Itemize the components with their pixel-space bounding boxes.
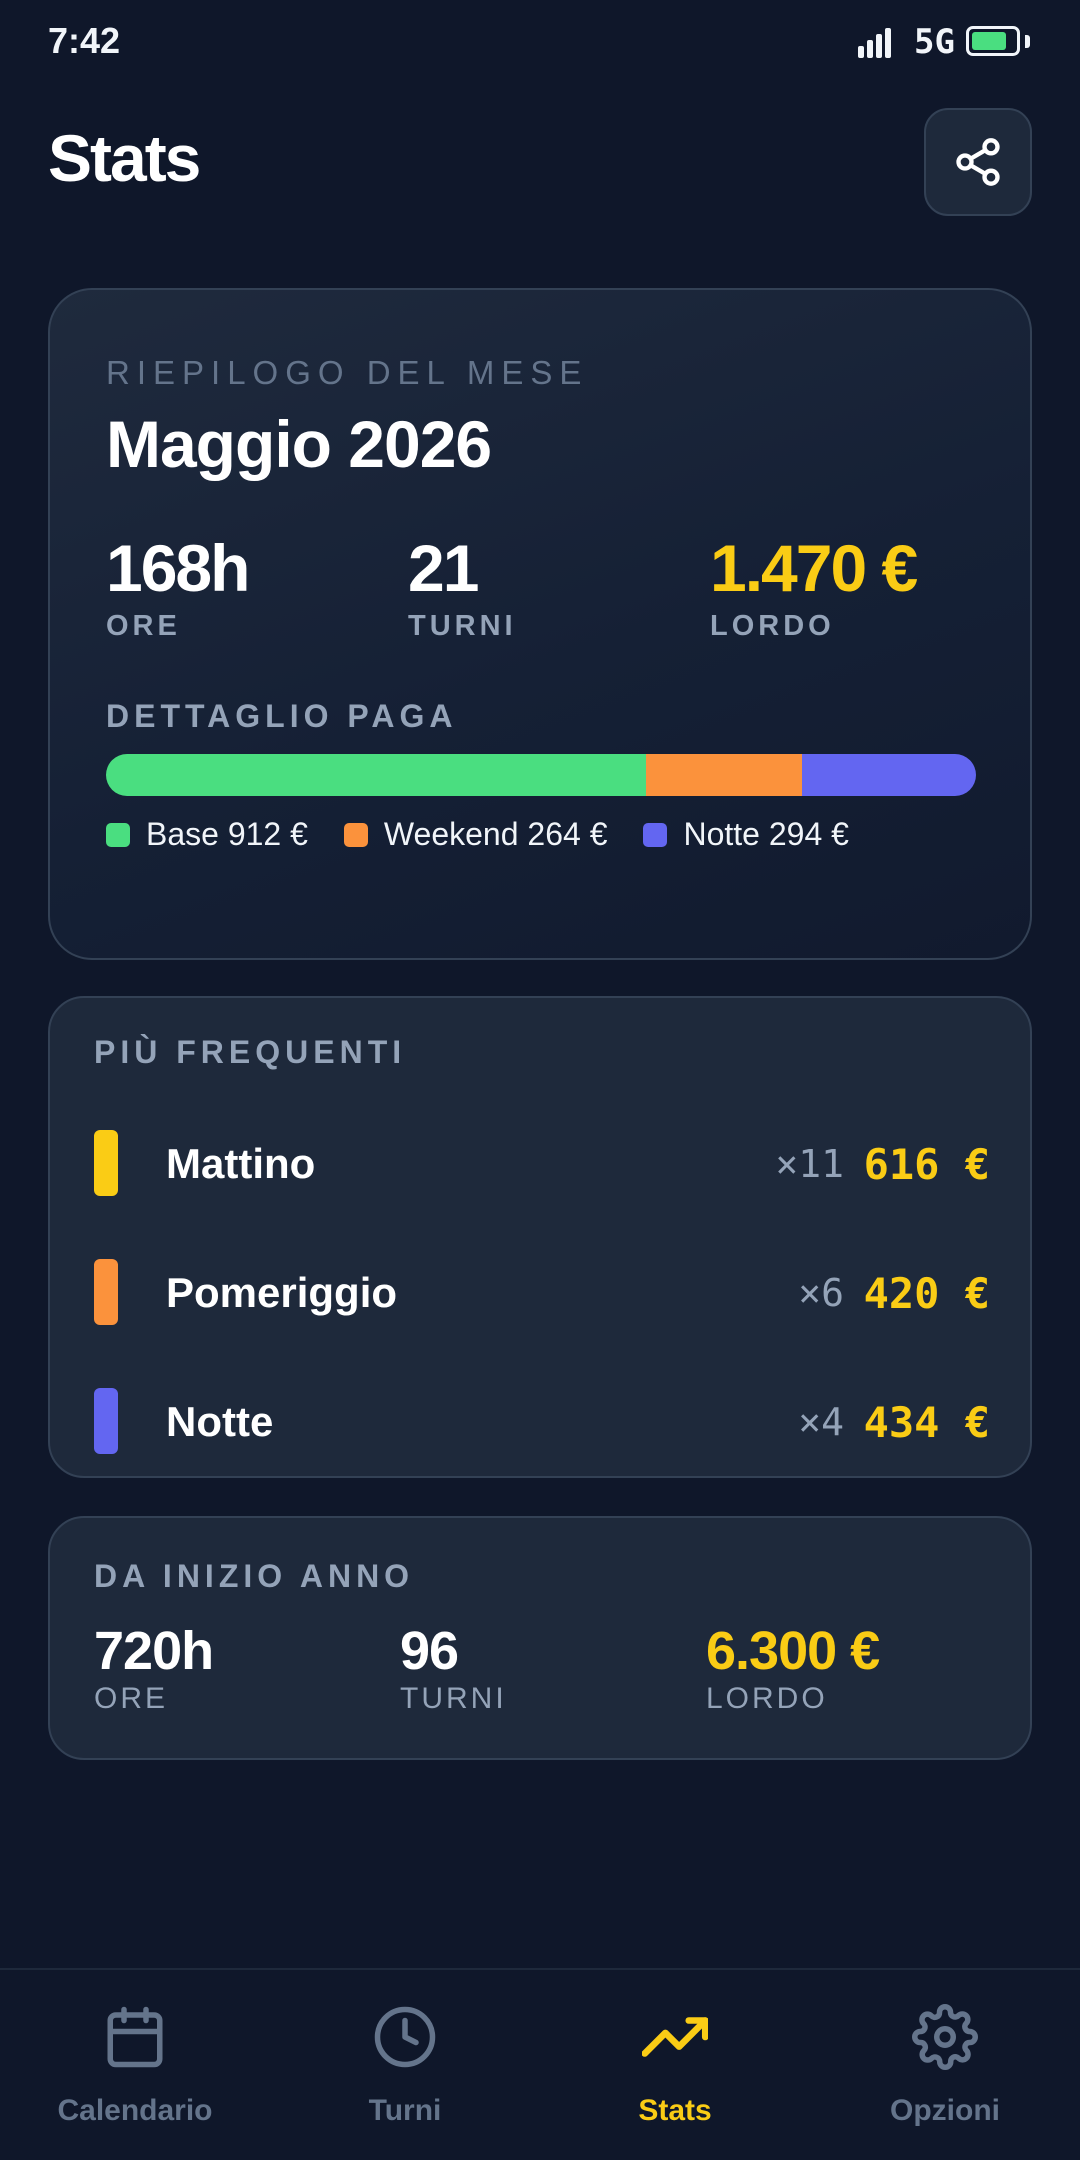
frequent-label: PIÙ FREQUENTI xyxy=(94,1034,407,1070)
shift-amount: 616 € xyxy=(863,1140,990,1189)
pay-segment-weekend xyxy=(645,754,802,796)
ytd-shifts-label: TURNI xyxy=(400,1682,507,1715)
shift-color-swatch xyxy=(94,1259,118,1325)
shift-count: ×4 xyxy=(798,1400,844,1444)
tab-label: Turni xyxy=(368,2094,442,2127)
pay-segment-notte xyxy=(801,754,976,796)
pay-legend: Base 912 € Weekend 264 € Notte 294 € xyxy=(106,816,885,853)
tab-opzioni[interactable]: Opzioni xyxy=(810,1970,1080,2160)
tab-label: Opzioni xyxy=(890,2094,1000,2127)
calendar-icon xyxy=(107,2006,163,2068)
legend-label-weekend: Weekend 264 € xyxy=(383,816,608,852)
month-hours-label: ORE xyxy=(106,610,181,642)
ytd-gross-value: 6.300 € xyxy=(706,1621,880,1681)
legend-label-night: Notte 294 € xyxy=(683,816,849,852)
pay-segment-base xyxy=(106,754,646,796)
month-title: Maggio 2026 xyxy=(106,407,492,481)
shift-color-swatch xyxy=(94,1388,118,1454)
share-button[interactable] xyxy=(924,108,1032,216)
tab-label: Calendario xyxy=(57,2094,213,2127)
month-gross-label: LORDO xyxy=(710,610,835,642)
legend-item-weekend: Weekend 264 € xyxy=(343,816,608,853)
frequent-shifts-card: PIÙ FREQUENTI Mattino ×11 616 € Pomerigg… xyxy=(48,996,1032,1478)
ytd-hours-label: ORE xyxy=(94,1682,169,1715)
gear-icon xyxy=(912,2004,978,2070)
shift-name: Pomeriggio xyxy=(166,1269,398,1316)
legend-swatch-weekend xyxy=(343,822,368,847)
month-shifts-value: 21 xyxy=(408,531,479,605)
share-icon xyxy=(956,138,1000,186)
battery-icon xyxy=(966,26,1020,56)
page-title: Stats xyxy=(48,121,201,195)
trending-up-icon xyxy=(642,2017,708,2057)
shift-count: ×6 xyxy=(798,1271,844,1315)
ytd-hours-value: 720h xyxy=(94,1621,214,1681)
list-item[interactable]: Notte ×4 434 € xyxy=(50,1378,1034,1468)
ytd-label: DA INIZIO ANNO xyxy=(94,1558,415,1594)
pay-breakdown-bar xyxy=(106,754,976,796)
legend-swatch-night xyxy=(643,822,668,847)
pay-detail-label: DETTAGLIO PAGA xyxy=(106,698,458,734)
shift-amount: 434 € xyxy=(863,1398,990,1447)
clock-icon xyxy=(374,2006,436,2068)
signal-icon xyxy=(858,26,892,58)
shift-name: Notte xyxy=(166,1398,274,1445)
bottom-tab-bar: Calendario Turni Stats Opzioni xyxy=(0,1968,1080,2160)
month-shifts-label: TURNI xyxy=(408,610,517,642)
year-to-date-card: DA INIZIO ANNO 720h ORE 96 TURNI 6.300 €… xyxy=(48,1516,1032,1760)
battery-cap xyxy=(1025,35,1030,48)
shift-name: Mattino xyxy=(166,1140,316,1187)
status-time: 7:42 xyxy=(48,20,121,61)
month-hours-value: 168h xyxy=(106,531,250,605)
legend-label-base: Base 912 € xyxy=(146,816,308,852)
tab-calendario[interactable]: Calendario xyxy=(0,1970,270,2160)
list-item[interactable]: Mattino ×11 616 € xyxy=(50,1120,1034,1210)
month-summary-card: RIEPILOGO DEL MESE Maggio 2026 168h ORE … xyxy=(48,288,1032,960)
battery-level xyxy=(972,32,1006,50)
ytd-shifts-value: 96 xyxy=(400,1621,459,1681)
legend-item-night: Notte 294 € xyxy=(643,816,849,853)
tab-label: Stats xyxy=(638,2094,712,2127)
month-overline: RIEPILOGO DEL MESE xyxy=(106,354,589,391)
status-bar: 7:42 5G xyxy=(0,0,1080,84)
list-item[interactable]: Pomeriggio ×6 420 € xyxy=(50,1249,1034,1339)
legend-swatch-base xyxy=(106,822,130,847)
ytd-gross-label: LORDO xyxy=(706,1682,828,1715)
shift-count: ×11 xyxy=(775,1142,844,1186)
tab-turni[interactable]: Turni xyxy=(270,1970,540,2160)
tab-stats[interactable]: Stats xyxy=(540,1970,810,2160)
month-gross-value: 1.470 € xyxy=(710,531,918,605)
network-type: 5G xyxy=(914,22,955,62)
shift-amount: 420 € xyxy=(863,1269,990,1318)
shift-color-swatch xyxy=(94,1130,118,1196)
legend-item-base: Base 912 € xyxy=(106,816,308,853)
